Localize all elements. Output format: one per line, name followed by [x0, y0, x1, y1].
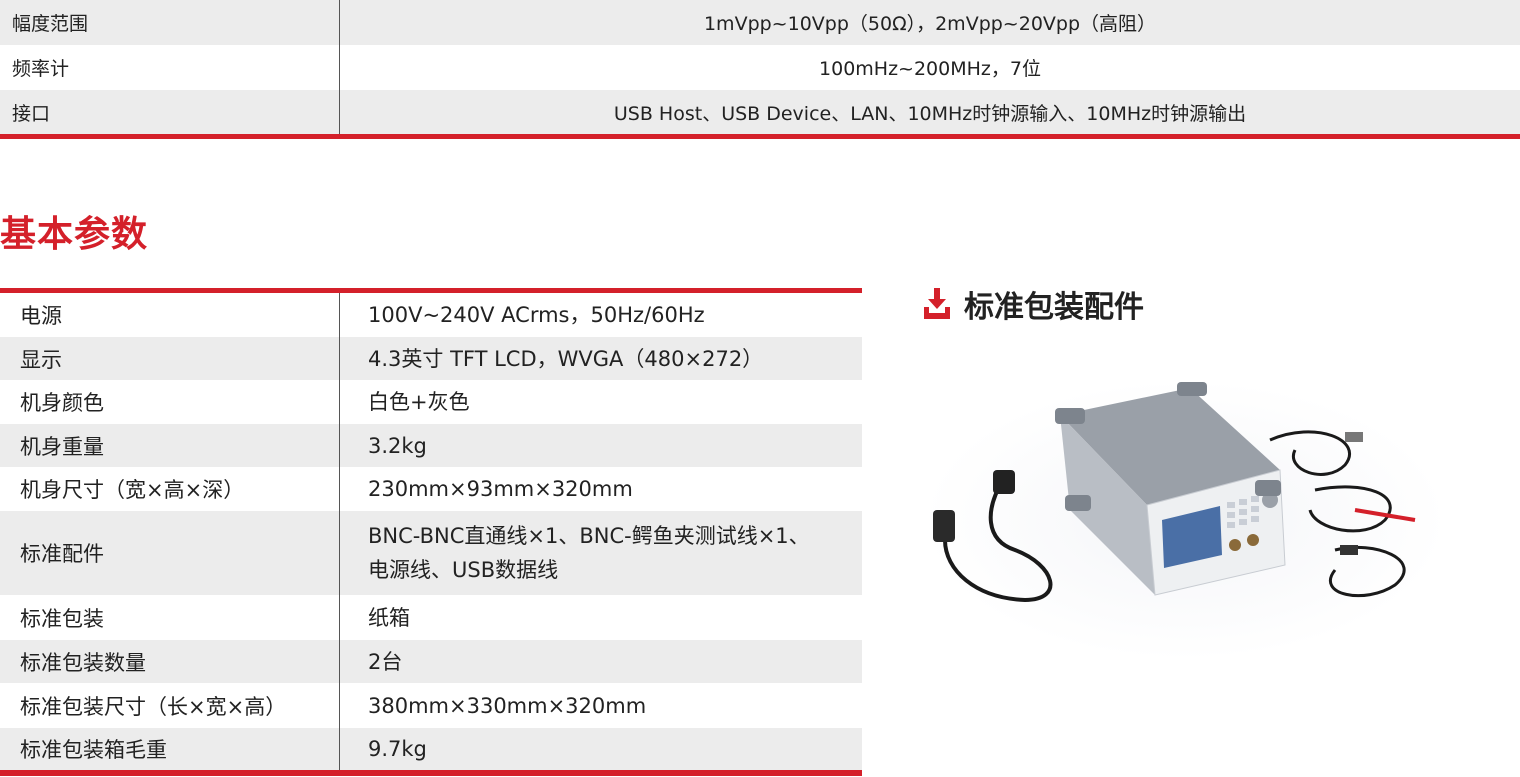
param-value: 2台: [368, 649, 403, 674]
param-value-line: BNC-BNC直通线×1、BNC-鳄鱼夹测试线×1、: [368, 524, 810, 548]
param-row: 标准包装尺寸（长×宽×高） 380mm×330mm×320mm: [0, 683, 862, 728]
accessory-title: 标准包装配件: [964, 290, 1144, 325]
param-value: 230mm×93mm×320mm: [368, 477, 633, 501]
top-spec-table: 幅度范围 1mVpp~10Vpp（50Ω），2mVpp~20Vpp（高阻） 频率…: [0, 0, 1520, 135]
param-label: 电源: [0, 293, 340, 337]
param-row: 电源 100V~240V ACrms，50Hz/60Hz: [0, 293, 862, 337]
param-row: 标准配件 BNC-BNC直通线×1、BNC-鳄鱼夹测试线×1、 电源线、USB数…: [0, 511, 862, 595]
param-label: 标准配件: [0, 511, 340, 595]
product-photo: [915, 370, 1447, 660]
param-row: 标准包装箱毛重 9.7kg: [0, 728, 862, 770]
param-row: 显示 4.3英寸 TFT LCD，WVGA（480×272）: [0, 337, 862, 380]
param-value: BNC-BNC直通线×1、BNC-鳄鱼夹测试线×1、 电源线、USB数据线: [340, 519, 862, 587]
param-value: 4.3英寸 TFT LCD，WVGA（480×272）: [368, 346, 764, 371]
param-value-line: 电源线、USB数据线: [368, 558, 559, 582]
param-row: 机身颜色 白色+灰色: [0, 380, 862, 424]
top-spec-value: USB Host、USB Device、LAN、10MHz时钟源输入、10MHz…: [613, 103, 1247, 125]
param-value: 380mm×330mm×320mm: [368, 693, 647, 718]
download-tray-icon: [922, 287, 952, 321]
section-title: 基本参数: [0, 214, 149, 255]
params-bottom-rule: [0, 770, 862, 776]
param-row: 机身尺寸（宽×高×深） 230mm×93mm×320mm: [0, 467, 862, 511]
top-spec-row: 幅度范围 1mVpp~10Vpp（50Ω），2mVpp~20Vpp（高阻）: [0, 0, 1520, 45]
param-label: 显示: [0, 337, 340, 380]
param-value: 100V~240V ACrms，50Hz/60Hz: [368, 303, 705, 327]
top-table-bottom-rule: [0, 134, 1520, 139]
top-spec-label: 幅度范围: [0, 0, 340, 45]
param-label: 标准包装: [0, 595, 340, 640]
param-label: 标准包装箱毛重: [0, 728, 340, 770]
param-row: 机身重量 3.2kg: [0, 424, 862, 467]
param-row: 标准包装 纸箱: [0, 595, 862, 640]
param-label: 标准包装数量: [0, 640, 340, 683]
param-value: 9.7kg: [368, 737, 427, 761]
param-label: 机身重量: [0, 424, 340, 467]
basic-params-table: 电源 100V~240V ACrms，50Hz/60Hz 显示 4.3英寸 TF…: [0, 288, 862, 776]
param-value: 纸箱: [368, 605, 410, 630]
top-spec-value: 1mVpp~10Vpp（50Ω），2mVpp~20Vpp（高阻）: [703, 13, 1157, 35]
top-spec-row: 频率计 100mHz~200MHz，7位: [0, 45, 1520, 90]
accessory-header: 标准包装配件: [922, 282, 1144, 326]
param-value: 白色+灰色: [368, 390, 470, 414]
top-spec-value: 100mHz~200MHz，7位: [819, 58, 1041, 80]
param-label: 机身颜色: [0, 380, 340, 424]
param-label: 标准包装尺寸（长×宽×高）: [0, 683, 340, 728]
param-row: 标准包装数量 2台: [0, 640, 862, 683]
param-label: 机身尺寸（宽×高×深）: [0, 467, 340, 511]
top-spec-label: 接口: [0, 90, 340, 135]
top-spec-row: 接口 USB Host、USB Device、LAN、10MHz时钟源输入、10…: [0, 90, 1520, 135]
param-value: 3.2kg: [368, 433, 427, 458]
top-spec-label: 频率计: [0, 45, 340, 90]
